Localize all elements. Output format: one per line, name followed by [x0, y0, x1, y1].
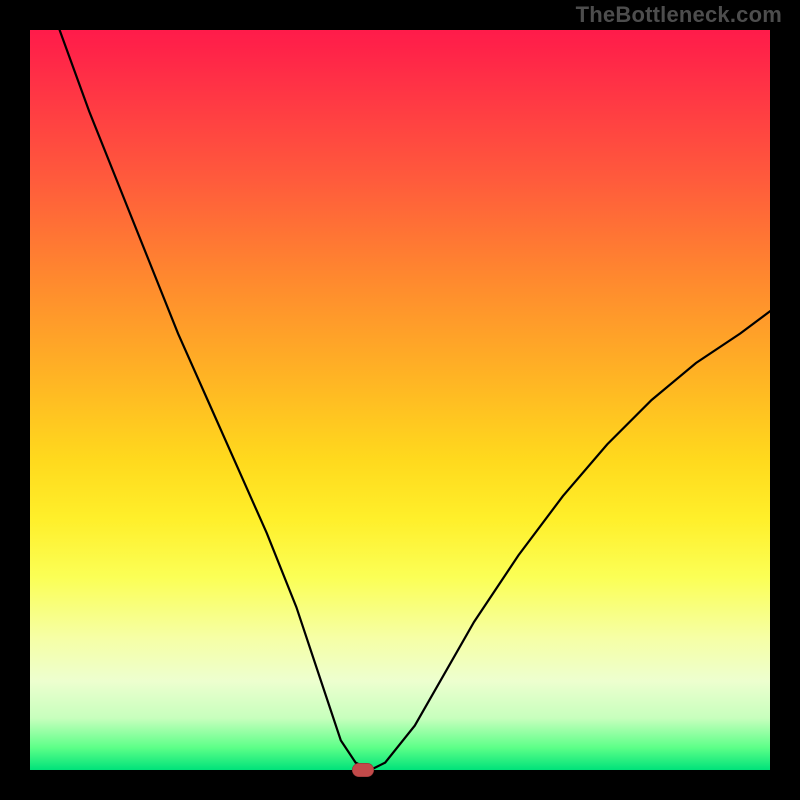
watermark-text: TheBottleneck.com — [576, 2, 782, 28]
bottleneck-curve — [60, 30, 770, 770]
chart-frame: TheBottleneck.com — [0, 0, 800, 800]
plot-area — [30, 30, 770, 770]
optimal-point-marker — [352, 763, 374, 777]
chart-svg — [30, 30, 770, 770]
